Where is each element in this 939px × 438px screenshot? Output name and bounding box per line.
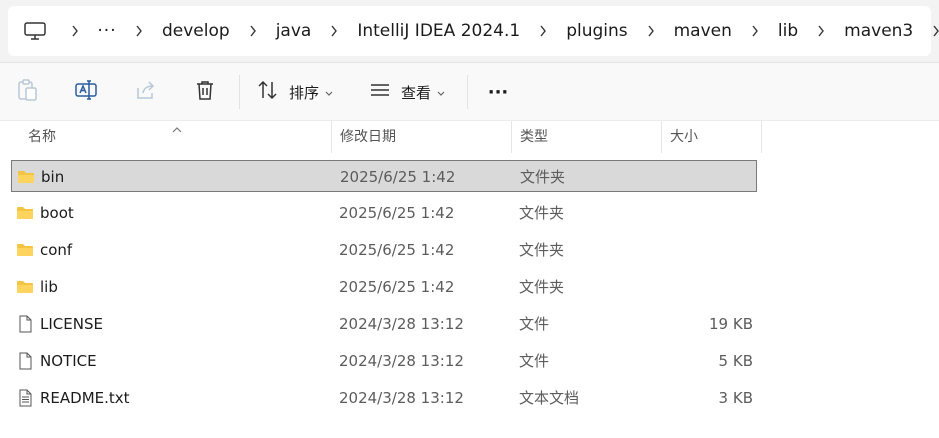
share-button[interactable] xyxy=(133,77,159,107)
rename-button[interactable] xyxy=(73,77,99,107)
computer-icon[interactable] xyxy=(24,22,46,40)
file-name: lib xyxy=(40,278,58,296)
chevron-down-icon xyxy=(325,83,333,101)
breadcrumb-item[interactable]: develop xyxy=(154,6,238,56)
file-row[interactable]: conf 2025/6/25 1:42 文件夹 xyxy=(11,234,757,266)
chevron-down-icon xyxy=(437,83,445,101)
file-type: 文件夹 xyxy=(519,278,565,296)
folder-icon xyxy=(16,204,34,222)
column-name-label: 名称 xyxy=(28,129,56,145)
trash-icon xyxy=(194,79,216,105)
column-divider[interactable] xyxy=(761,121,762,153)
file-row[interactable]: README.txt 2024/3/28 13:12 文本文档 3 KB xyxy=(11,382,757,414)
breadcrumb-item[interactable]: IntelliJ IDEA 2024.1 xyxy=(349,6,528,56)
breadcrumb: ··· develop java IntelliJ IDEA 2024.1 plugin… xyxy=(60,6,939,56)
file-type: 文件夹 xyxy=(519,241,565,259)
breadcrumb-item[interactable]: maven3 xyxy=(836,6,921,56)
file-size: 5 KB xyxy=(718,352,753,370)
breadcrumb-chevron-icon[interactable] xyxy=(740,6,770,56)
paste-button[interactable] xyxy=(14,77,40,107)
file-name: bin xyxy=(41,168,65,186)
list-view-icon xyxy=(369,79,391,105)
column-header: 名称 修改日期 类型 大小 xyxy=(0,121,939,153)
file-row[interactable]: boot 2025/6/25 1:42 文件夹 xyxy=(11,197,757,229)
toolbar-divider xyxy=(239,75,240,109)
file-size: 3 KB xyxy=(718,389,753,407)
toolbar-divider xyxy=(467,75,468,109)
command-bar: 排序 查看 ··· xyxy=(0,63,939,121)
file-name: NOTICE xyxy=(40,352,97,370)
column-size-label: 大小 xyxy=(670,129,698,145)
file-size: 19 KB xyxy=(709,315,753,333)
delete-button[interactable] xyxy=(192,77,218,107)
more-icon: ··· xyxy=(487,81,509,103)
file-date: 2024/3/28 13:12 xyxy=(339,352,464,370)
breadcrumb-chevron-icon[interactable] xyxy=(528,6,558,56)
breadcrumb-chevron-icon[interactable] xyxy=(238,6,268,56)
file-type: 文件 xyxy=(519,315,550,333)
breadcrumb-item[interactable]: lib xyxy=(770,6,806,56)
folder-icon xyxy=(16,278,34,296)
breadcrumb-chevron-icon[interactable] xyxy=(636,6,666,56)
sort-icon xyxy=(257,79,279,105)
breadcrumb-item[interactable]: maven xyxy=(666,6,740,56)
breadcrumb-chevron-icon[interactable] xyxy=(921,6,939,56)
folder-icon xyxy=(16,241,34,259)
rename-icon xyxy=(74,78,98,106)
breadcrumb-item[interactable]: plugins xyxy=(558,6,635,56)
file-icon xyxy=(16,352,34,370)
address-bar[interactable]: ··· develop java IntelliJ IDEA 2024.1 plugin… xyxy=(8,6,939,56)
sort-button[interactable]: 排序 xyxy=(257,77,333,107)
file-date: 2024/3/28 13:12 xyxy=(339,315,464,333)
file-row[interactable]: lib 2025/6/25 1:42 文件夹 xyxy=(11,271,757,303)
file-name: README.txt xyxy=(40,389,130,407)
column-type-label: 类型 xyxy=(520,129,548,145)
folder-icon xyxy=(17,168,35,186)
column-header-type[interactable]: 类型 xyxy=(512,121,661,153)
breadcrumb-item[interactable]: java xyxy=(268,6,320,56)
file-date: 2024/3/28 13:12 xyxy=(339,389,464,407)
file-type: 文件 xyxy=(519,352,550,370)
column-header-date[interactable]: 修改日期 xyxy=(332,121,510,153)
breadcrumb-chevron-icon[interactable] xyxy=(124,6,154,56)
column-date-label: 修改日期 xyxy=(340,129,396,145)
file-date: 2025/6/25 1:42 xyxy=(339,278,455,296)
sort-ascending-icon xyxy=(171,120,183,138)
view-button[interactable]: 查看 xyxy=(369,77,445,107)
file-name: conf xyxy=(40,241,73,259)
view-label: 查看 xyxy=(401,83,432,102)
breadcrumb-overflow-button[interactable]: ··· xyxy=(90,6,124,56)
file-date: 2025/6/25 1:42 xyxy=(339,241,455,259)
file-type: 文件夹 xyxy=(520,168,566,186)
file-row[interactable]: NOTICE 2024/3/28 13:12 文件 5 KB xyxy=(11,345,757,377)
breadcrumb-chevron-icon[interactable] xyxy=(806,6,836,56)
address-bar-area: ··· develop java IntelliJ IDEA 2024.1 plugin… xyxy=(0,0,939,63)
file-row[interactable]: bin 2025/6/25 1:42 文件夹 xyxy=(11,160,757,192)
breadcrumb-chevron-icon[interactable] xyxy=(60,6,90,56)
file-name: boot xyxy=(40,204,74,222)
breadcrumb-chevron-icon[interactable] xyxy=(319,6,349,56)
file-type: 文件夹 xyxy=(519,204,565,222)
file-date: 2025/6/25 1:42 xyxy=(340,168,456,186)
column-header-size[interactable]: 大小 xyxy=(662,121,761,153)
file-name: LICENSE xyxy=(40,315,103,333)
file-type: 文本文档 xyxy=(519,389,580,407)
text-file-icon xyxy=(16,389,34,407)
more-options-button[interactable]: ··· xyxy=(484,77,512,107)
clipboard-icon xyxy=(16,78,38,106)
file-date: 2025/6/25 1:42 xyxy=(339,204,455,222)
file-row[interactable]: LICENSE 2024/3/28 13:12 文件 19 KB xyxy=(11,308,757,340)
share-icon xyxy=(135,79,157,105)
sort-label: 排序 xyxy=(289,83,320,102)
file-icon xyxy=(16,315,34,333)
